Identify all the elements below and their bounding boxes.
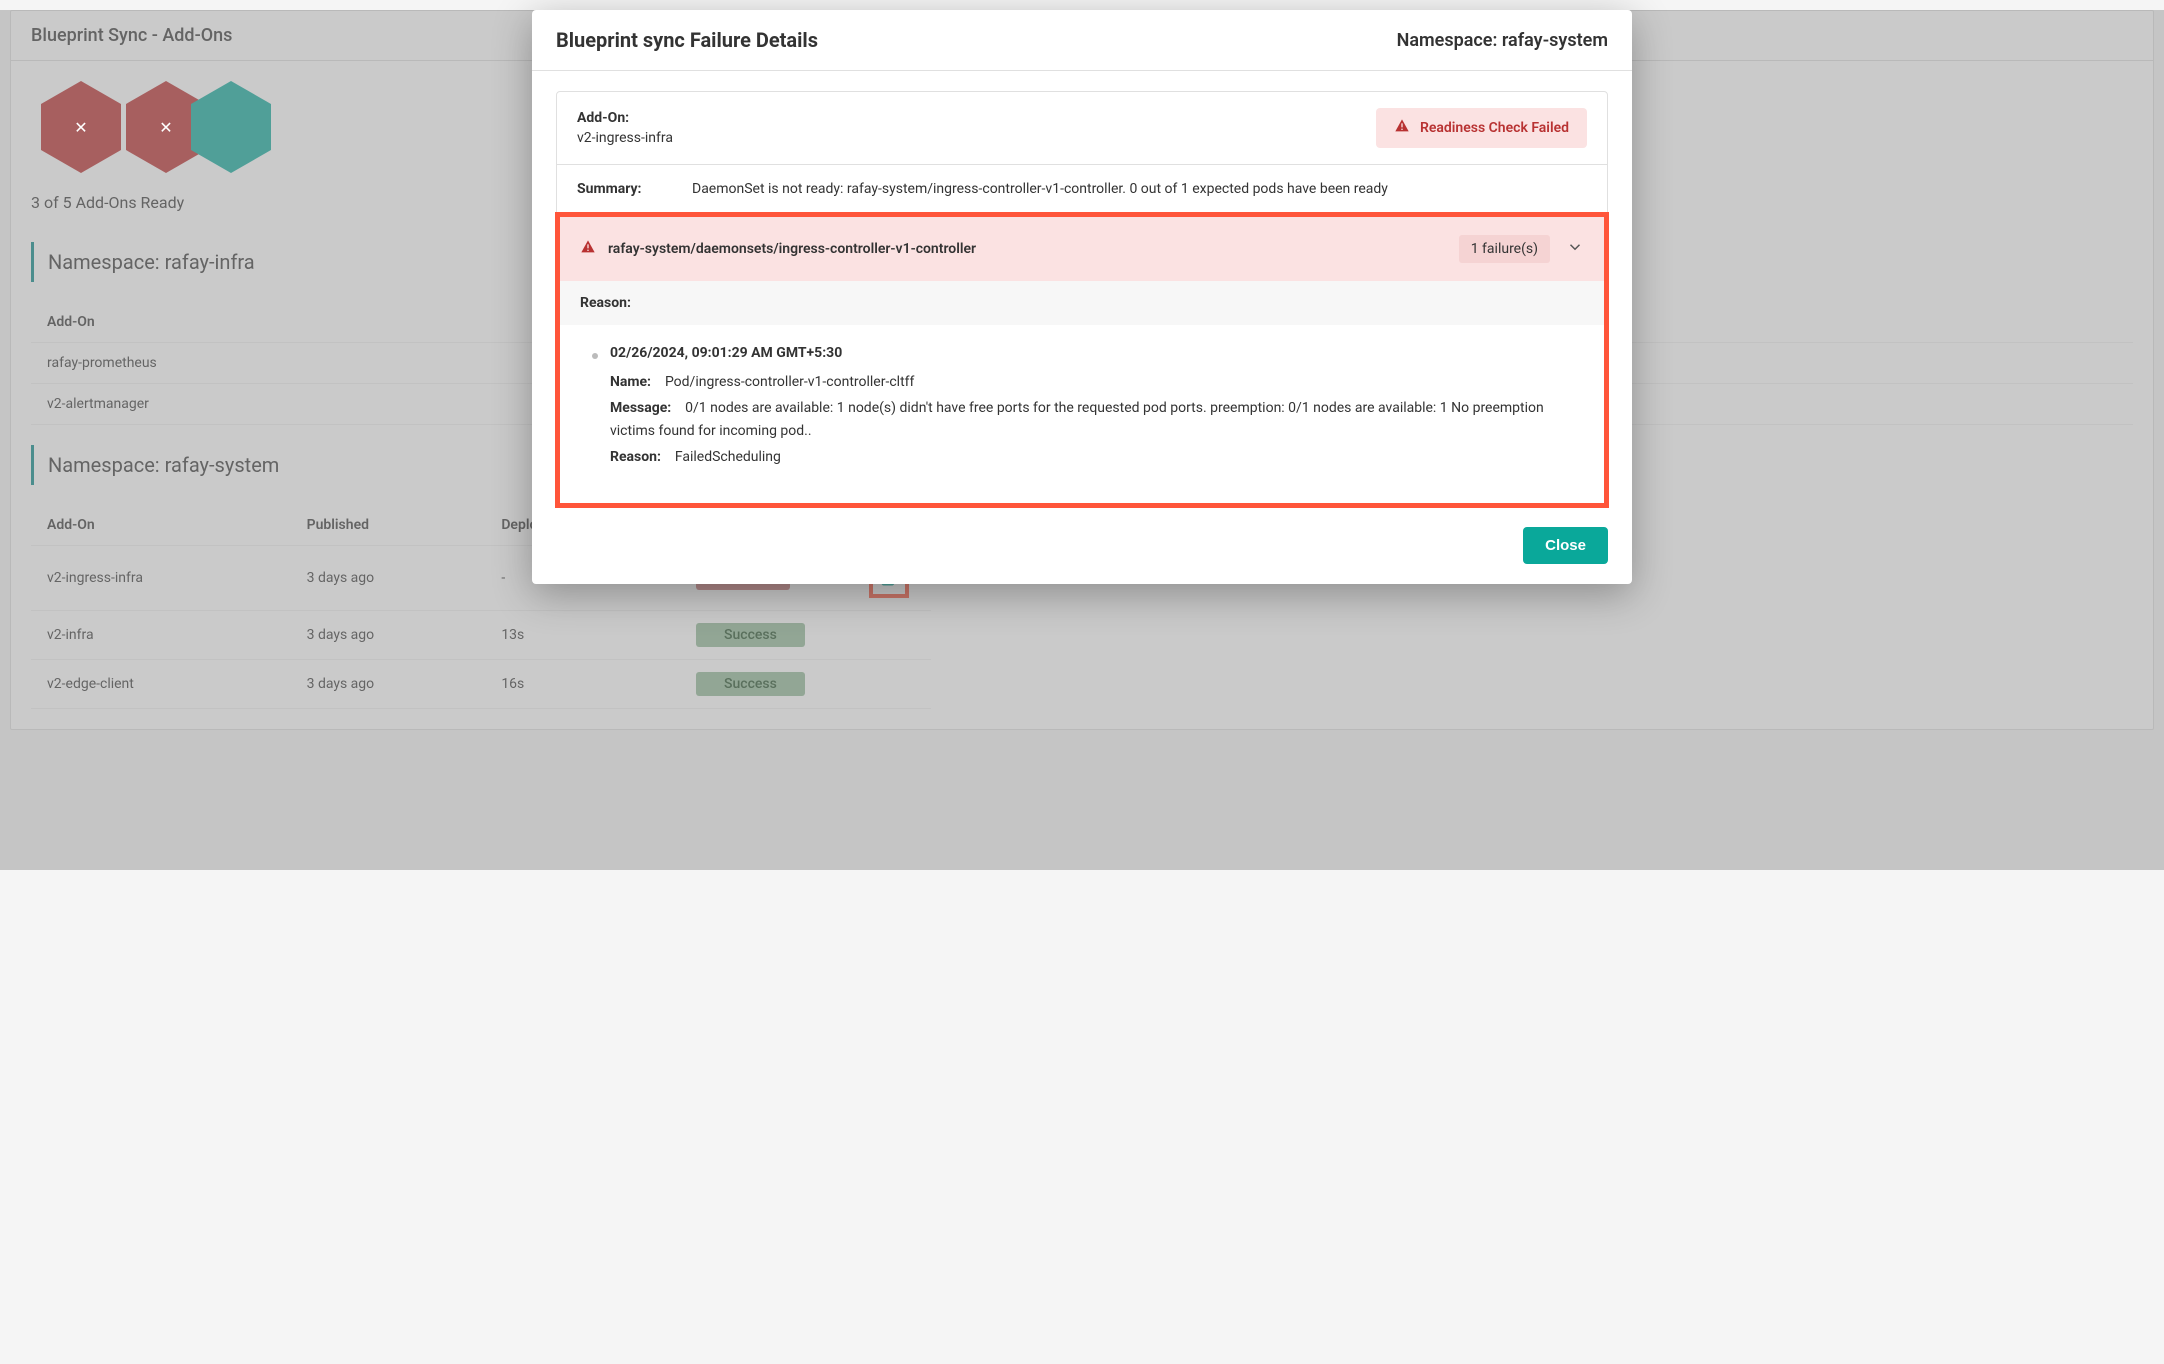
- modal-title: Blueprint sync Failure Details: [556, 28, 818, 52]
- close-button[interactable]: Close: [1523, 527, 1608, 564]
- close-icon: ✕: [74, 118, 87, 137]
- event-timestamp: 02/26/2024, 09:01:29 AM GMT+5:30: [610, 345, 1574, 361]
- chevron-down-icon: [1566, 238, 1584, 260]
- event-message-label: Message:: [610, 400, 671, 416]
- event-reason-label: Reason:: [610, 449, 661, 465]
- modal-namespace: Namespace: rafay-system: [1397, 30, 1608, 51]
- addon-name: v2-ingress-infra: [577, 130, 673, 146]
- readiness-check-badge: Readiness Check Failed: [1376, 108, 1587, 148]
- failure-resource-path: rafay-system/daemonsets/ingress-controll…: [608, 241, 976, 257]
- warning-icon: [580, 239, 596, 259]
- event-reason-value: FailedScheduling: [675, 449, 781, 465]
- failure-count-badge: 1 failure(s): [1459, 235, 1550, 263]
- failure-details-modal: Blueprint sync Failure Details Namespace…: [532, 10, 1632, 584]
- event-message-value: 0/1 nodes are available: 1 node(s) didn'…: [610, 400, 1544, 438]
- event-name-value: Pod/ingress-controller-v1-controller-clt…: [665, 374, 914, 390]
- highlighted-failure-section: rafay-system/daemonsets/ingress-controll…: [555, 212, 1609, 508]
- summary-label: Summary:: [577, 181, 662, 197]
- failure-event: 02/26/2024, 09:01:29 AM GMT+5:30 Name: P…: [560, 325, 1604, 503]
- modal-overlay[interactable]: Blueprint sync Failure Details Namespace…: [0, 10, 2164, 870]
- reason-label: Reason:: [560, 281, 1604, 325]
- summary-text: DaemonSet is not ready: rafay-system/ing…: [692, 181, 1388, 197]
- warning-icon: [1394, 118, 1410, 138]
- addon-label: Add-On:: [577, 110, 673, 126]
- close-icon: ✕: [159, 118, 172, 137]
- failure-accordion-header[interactable]: rafay-system/daemonsets/ingress-controll…: [560, 217, 1604, 281]
- event-name-label: Name:: [610, 374, 651, 390]
